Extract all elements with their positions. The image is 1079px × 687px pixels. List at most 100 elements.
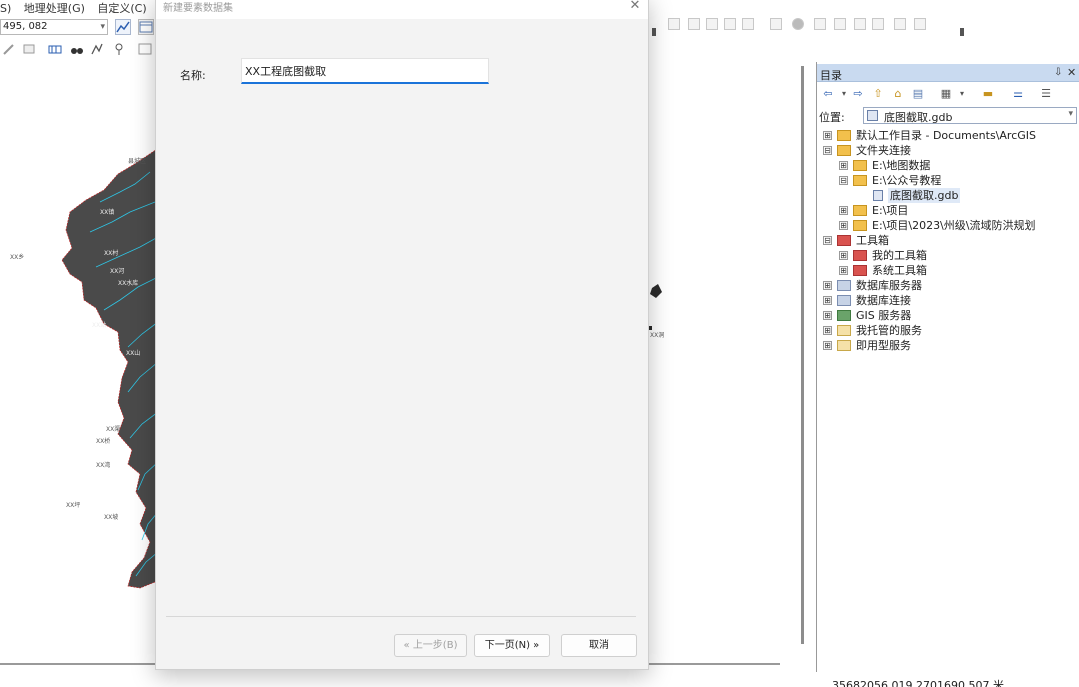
map-vertical-scrollbar[interactable] bbox=[801, 66, 804, 644]
chevron-down-icon[interactable]: ▾ bbox=[1068, 109, 1073, 119]
sketch-properties-icon[interactable] bbox=[792, 18, 804, 30]
toolbar-grip-icon[interactable] bbox=[652, 28, 656, 36]
next-button[interactable]: 下一页(N) » bbox=[474, 634, 550, 657]
home-icon[interactable]: ⌂ bbox=[891, 87, 905, 101]
folder-connections-icon bbox=[837, 145, 851, 156]
folder-icon bbox=[853, 175, 867, 186]
menu-item-geoprocessing[interactable]: 地理处理(G) bbox=[24, 0, 85, 16]
reshape-icon[interactable] bbox=[688, 18, 700, 30]
tree-item-label: E:\项目\2023\州级\流域防洪规划 bbox=[872, 219, 1036, 232]
expand-icon[interactable]: ⊞ bbox=[823, 296, 832, 305]
grid-icon[interactable] bbox=[872, 18, 884, 30]
geodatabase-icon bbox=[867, 110, 878, 121]
map-label: XX山 bbox=[126, 350, 141, 357]
view-options-icon[interactable]: ▦ bbox=[939, 87, 953, 101]
find-route-icon[interactable] bbox=[90, 42, 104, 56]
xy-icon[interactable] bbox=[112, 42, 126, 56]
menu-item-partial[interactable]: S) bbox=[0, 2, 11, 15]
attributes-icon[interactable] bbox=[834, 18, 846, 30]
toolbar-grip-icon[interactable] bbox=[960, 28, 964, 36]
menu-item-customize[interactable]: 自定义(C) bbox=[97, 0, 146, 16]
tree-item-label: 我托管的服务 bbox=[856, 324, 922, 337]
database-server-icon bbox=[837, 280, 851, 291]
catalog-options-icon[interactable]: ☰ bbox=[1039, 87, 1053, 101]
expand-icon[interactable]: ⊞ bbox=[839, 221, 848, 230]
expand-icon[interactable]: ⊞ bbox=[839, 251, 848, 260]
close-icon[interactable]: ✕ bbox=[1067, 66, 1076, 79]
status-coordinates: 35682056.019 2701690.507 米 bbox=[832, 679, 1004, 687]
editor-toolbar-icon[interactable] bbox=[115, 19, 131, 35]
catalog-title-bar: 目录 ⇩ ✕ bbox=[817, 64, 1079, 82]
tree-item-label: 数据库服务器 bbox=[856, 279, 922, 292]
chevron-down-icon[interactable]: ▾ bbox=[100, 20, 105, 34]
chevron-down-icon[interactable]: ▾ bbox=[837, 87, 851, 101]
database-connection-icon bbox=[837, 295, 851, 306]
tree-item-label: E:\项目 bbox=[872, 204, 909, 217]
tree-item-label: 即用型服务 bbox=[856, 339, 911, 352]
map-scale-combo[interactable]: 495, 082 ▾ bbox=[0, 19, 108, 35]
pencil-icon[interactable] bbox=[2, 42, 16, 56]
tree-item-label: E:\地图数据 bbox=[872, 159, 931, 172]
location-value: 底图截取.gdb bbox=[884, 111, 953, 124]
forward-arrow-icon[interactable]: ⇨ bbox=[851, 87, 865, 101]
binoculars-icon[interactable] bbox=[70, 42, 84, 56]
tree-item-label: E:\公众号教程 bbox=[872, 174, 942, 187]
collapse-icon[interactable]: ⊟ bbox=[823, 146, 832, 155]
arcmap-window: S) 地理处理(G) 自定义(C) 495, 082 ▾ 县城区 XX镇 XX乡… bbox=[0, 0, 1079, 687]
dialog-title-bar: 新建要素数据集 ✕ bbox=[156, 0, 648, 19]
map-label: XX乡 bbox=[10, 254, 25, 261]
expand-icon[interactable]: ⊞ bbox=[823, 326, 832, 335]
tree-item-label: 工具箱 bbox=[856, 234, 889, 247]
expand-icon[interactable]: ⊞ bbox=[823, 131, 832, 140]
expand-icon[interactable]: ⊞ bbox=[823, 341, 832, 350]
back-button[interactable]: « 上一步(B) bbox=[394, 634, 467, 657]
toolbox-icon bbox=[853, 250, 867, 261]
pin-icon[interactable]: ⇩ bbox=[1054, 67, 1062, 78]
edit-vertices-icon[interactable] bbox=[668, 18, 680, 30]
location-combo[interactable]: 底图截取.gdb ▾ bbox=[863, 107, 1077, 124]
expand-icon[interactable]: ⊞ bbox=[839, 206, 848, 215]
expand-icon[interactable]: ⊞ bbox=[823, 311, 832, 320]
location-row: 位置: 底图截取.gdb ▾ bbox=[817, 106, 1079, 126]
split-icon[interactable] bbox=[724, 18, 736, 30]
expand-icon[interactable]: ⊞ bbox=[823, 281, 832, 290]
snapping-icon[interactable] bbox=[770, 18, 782, 30]
name-input[interactable] bbox=[241, 58, 489, 84]
map-tips-icon[interactable] bbox=[48, 42, 62, 56]
map-label: XX镇 bbox=[100, 209, 115, 216]
cut-polygon-icon[interactable] bbox=[706, 18, 718, 30]
up-one-level-icon[interactable]: ⇧ bbox=[871, 87, 885, 101]
chevron-down-icon[interactable]: ▾ bbox=[955, 87, 969, 101]
toolbox-icon bbox=[837, 235, 851, 246]
catalog-toolbar: ⇦ ▾ ⇨ ⇧ ⌂ ▤ ▦ ▾ ▬ ⚌ ☰ bbox=[817, 84, 1079, 104]
map-label: XX湾 bbox=[96, 462, 111, 469]
table-icon[interactable] bbox=[138, 19, 154, 35]
catalog-title: 目录 bbox=[820, 69, 842, 82]
collapse-icon[interactable]: ⊟ bbox=[839, 176, 848, 185]
back-arrow-icon[interactable]: ⇦ bbox=[821, 87, 835, 101]
map-label: XX渠 bbox=[106, 426, 121, 433]
expand-icon[interactable]: ⊞ bbox=[839, 266, 848, 275]
tool-a-icon[interactable] bbox=[894, 18, 906, 30]
close-icon[interactable]: ✕ bbox=[628, 0, 642, 14]
open-folder-icon[interactable]: ▬ bbox=[981, 87, 995, 101]
create-features-icon[interactable] bbox=[854, 18, 866, 30]
topology-icon[interactable] bbox=[814, 18, 826, 30]
rotate-icon[interactable] bbox=[742, 18, 754, 30]
folder-icon bbox=[853, 220, 867, 231]
tool-b-icon[interactable] bbox=[914, 18, 926, 30]
map-scale-value: 495, 082 bbox=[3, 21, 48, 32]
map-label: XX水库 bbox=[118, 280, 139, 287]
hosted-services-icon bbox=[837, 325, 851, 336]
identify-icon[interactable] bbox=[22, 42, 36, 56]
toggle-contents-icon[interactable]: ⚌ bbox=[1011, 87, 1025, 101]
connect-folder-icon[interactable]: ▤ bbox=[911, 87, 925, 101]
tree-item-label: GIS 服务器 bbox=[856, 309, 912, 322]
tree-item-label: 默认工作目录 - Documents\ArcGIS bbox=[856, 129, 1036, 142]
html-popup-icon[interactable] bbox=[138, 42, 152, 56]
collapse-icon[interactable]: ⊟ bbox=[823, 236, 832, 245]
cancel-button[interactable]: 取消 bbox=[561, 634, 637, 657]
ready-services-icon bbox=[837, 340, 851, 351]
expand-icon[interactable]: ⊞ bbox=[839, 161, 848, 170]
tools-toolbar bbox=[0, 40, 160, 58]
